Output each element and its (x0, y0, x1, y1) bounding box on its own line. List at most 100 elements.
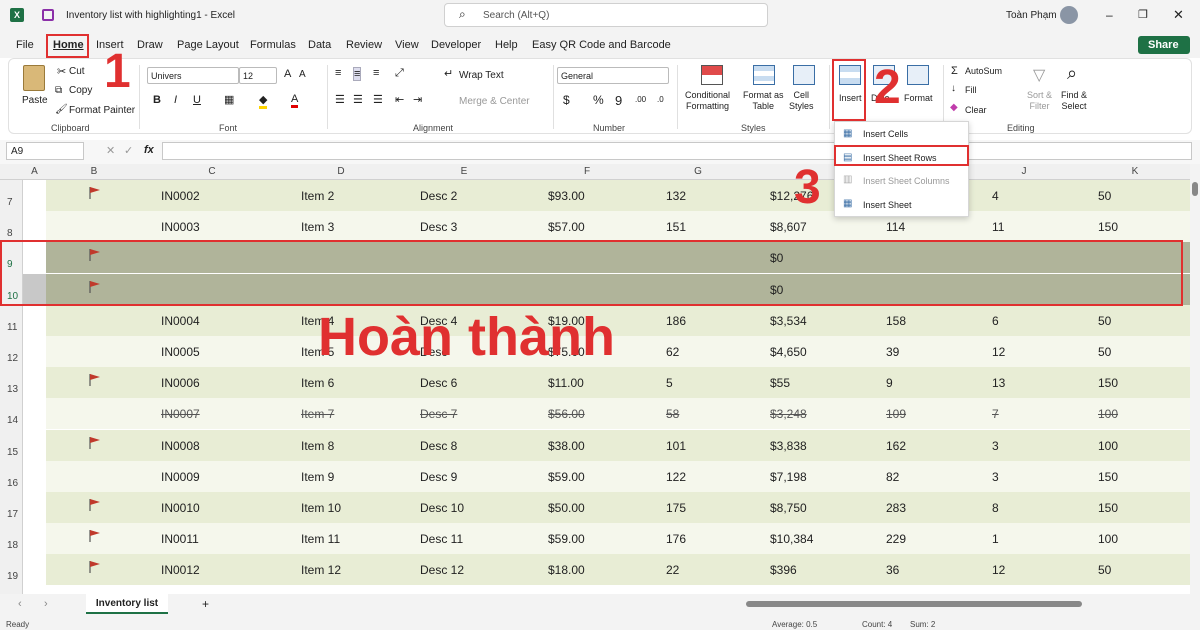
cell-item[interactable]: Item 10 (301, 501, 341, 515)
column-header[interactable]: E (400, 166, 528, 177)
cell-j[interactable]: 6 (992, 314, 999, 328)
cell-qty[interactable]: 175 (666, 501, 686, 515)
cell-j[interactable]: 12 (992, 345, 1005, 359)
tab-developer[interactable]: Developer (431, 39, 481, 51)
cell-qty[interactable]: 5 (666, 376, 673, 390)
font-size-select[interactable]: 12 (239, 67, 277, 84)
underline-icon[interactable]: U (193, 94, 201, 106)
cell-i[interactable]: 229 (886, 532, 906, 546)
scroll-thumb[interactable] (1192, 182, 1198, 196)
cell-item[interactable]: Item 8 (301, 439, 334, 453)
column-header[interactable]: J (968, 166, 1080, 177)
cell-j[interactable]: 1 (992, 532, 999, 546)
minimize-icon[interactable]: – (1106, 8, 1113, 22)
orientation-icon[interactable]: ⤢ (395, 67, 404, 80)
cell-qty[interactable]: 132 (666, 189, 686, 203)
cell-total[interactable]: $7,198 (770, 470, 807, 484)
insert-function-icon[interactable]: fx (144, 144, 154, 156)
cell-k[interactable]: 150 (1098, 470, 1118, 484)
cell-total[interactable]: $10,384 (770, 532, 813, 546)
cell-desc[interactable]: Desc 11 (420, 532, 463, 546)
cell-id[interactable]: IN0011 (161, 532, 199, 546)
shrink-font-icon[interactable]: A (299, 69, 306, 80)
prev-sheet-icon[interactable]: ‹ (18, 598, 22, 610)
cell-id[interactable]: IN0002 (161, 189, 200, 203)
share-button[interactable]: Share (1138, 36, 1190, 54)
align-bottom-icon[interactable]: ≡ (373, 67, 379, 79)
borders-icon[interactable]: ▦ (224, 93, 234, 106)
align-right-icon[interactable]: ☰ (373, 93, 383, 106)
cell-qty[interactable]: 151 (666, 220, 686, 234)
sort-filter-button[interactable]: Sort & Filter (1027, 90, 1052, 112)
cell-j[interactable]: 13 (992, 376, 1005, 390)
cell-price[interactable]: $59.00 (548, 470, 585, 484)
cell-item[interactable]: Item 12 (301, 563, 341, 577)
sheet-tab-inventory-list[interactable]: Inventory list (86, 594, 168, 614)
cell-k[interactable]: 50 (1098, 563, 1111, 577)
table-row[interactable]: IN0008 Item 8 Desc 8 $38.00 101 $3,838 162 3 100 (46, 429, 1190, 461)
cell-desc[interactable]: Desc 3 (420, 220, 457, 234)
cell-desc[interactable]: Desc 12 (420, 563, 464, 577)
cell-i[interactable]: 109 (886, 407, 906, 421)
table-row[interactable]: IN0012 Item 12 Desc 12 $18.00 22 $396 36 12 50 (46, 554, 1190, 586)
cell-desc[interactable]: Desc 7 (420, 407, 457, 421)
tab-draw[interactable]: Draw (137, 39, 163, 51)
cell-price[interactable]: $38.00 (548, 439, 585, 453)
table-row[interactable]: IN0011 Item 11 Desc 11 $59.00 176 $10,384 229 1… (46, 523, 1190, 555)
italic-icon[interactable]: I (174, 94, 177, 106)
grow-font-icon[interactable]: A (284, 68, 291, 80)
cell-item[interactable]: Item 9 (301, 470, 334, 484)
cell-k[interactable]: 100 (1098, 532, 1118, 546)
cell-i[interactable]: 283 (886, 501, 906, 515)
cell-qty[interactable]: 176 (666, 532, 686, 546)
cell-desc[interactable]: Desc 9 (420, 470, 457, 484)
column-header[interactable]: F (528, 166, 646, 177)
cell-i[interactable]: 114 (886, 220, 905, 234)
align-top-icon[interactable]: ≡ (335, 67, 341, 79)
clear-button[interactable]: Clear (965, 105, 987, 115)
row-header[interactable]: 7 (0, 197, 23, 208)
increase-indent-icon[interactable]: ⇥ (413, 93, 422, 106)
cancel-entry-icon[interactable]: ✕ (106, 144, 115, 157)
font-color-icon[interactable]: A (291, 93, 299, 108)
cell-k[interactable]: 150 (1098, 220, 1118, 234)
column-header[interactable]: D (282, 166, 400, 177)
cell-item[interactable]: Item 3 (301, 220, 334, 234)
cell-total[interactable]: $55 (770, 376, 790, 390)
row-header[interactable]: 15 (0, 447, 23, 458)
decrease-indent-icon[interactable]: ⇤ (395, 93, 404, 106)
table-row[interactable]: IN0005 Item 5 Desc $75.00 62 $4,650 39 12 50 (46, 336, 1190, 367)
format-cells-button[interactable]: Format (904, 93, 933, 103)
cut-button[interactable]: Cut (69, 66, 85, 77)
cell-id[interactable]: IN0008 (161, 439, 200, 453)
menu-item-insert-sheet[interactable]: Insert Sheet (863, 200, 912, 210)
cell-id[interactable]: IN0010 (161, 501, 200, 515)
cell-k[interactable]: 50 (1098, 345, 1111, 359)
fill-color-icon[interactable]: ◆ (259, 93, 268, 109)
table-row[interactable]: IN0002 Item 2 Desc 2 $93.00 132 $12,276 4 50 (46, 180, 1190, 211)
decrease-decimal-icon[interactable]: .0 (657, 95, 664, 104)
menu-item-insert-sheet-columns[interactable]: Insert Sheet Columns (863, 176, 950, 186)
cell-desc[interactable]: Desc 6 (420, 376, 457, 390)
cell-total[interactable]: $3,248 (770, 407, 807, 421)
percent-icon[interactable]: % (593, 93, 604, 107)
cell-i[interactable]: 158 (886, 314, 906, 328)
cell-desc[interactable]: Desc 8 (420, 439, 457, 453)
row-header[interactable]: 19 (0, 571, 23, 582)
cell-desc[interactable]: Desc 10 (420, 501, 464, 515)
find-select-button[interactable]: Find & Select (1061, 90, 1087, 112)
cell-id[interactable]: IN0009 (161, 470, 200, 484)
cell-k[interactable]: 100 (1098, 407, 1118, 421)
cell-item[interactable]: Item 11 (301, 532, 340, 546)
horizontal-scroll-thumb[interactable] (746, 601, 1082, 607)
restore-icon[interactable]: ❐ (1138, 8, 1148, 21)
vertical-scrollbar[interactable] (1190, 164, 1200, 594)
cell-i[interactable]: 82 (886, 470, 899, 484)
horizontal-scrollbar[interactable] (740, 601, 1180, 608)
format-as-table-button[interactable]: Format as Table (743, 90, 784, 112)
cell-item[interactable]: Item 2 (301, 189, 334, 203)
avatar[interactable] (1060, 6, 1078, 24)
cell-j[interactable]: 11 (992, 220, 1004, 234)
format-painter-button[interactable]: Format Painter (69, 105, 135, 116)
menu-item-insert-cells[interactable]: Insert Cells (863, 129, 908, 139)
